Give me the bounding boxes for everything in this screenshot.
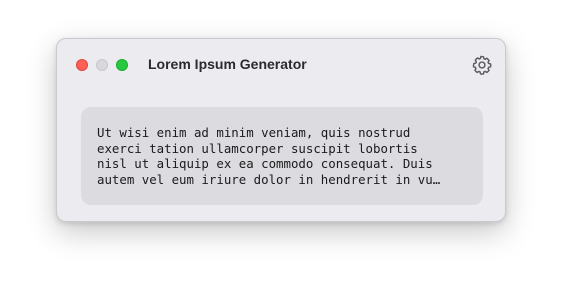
settings-button[interactable]	[471, 54, 493, 76]
lorem-line-3: nisl ut aliquip ex ea commodo consequat.…	[97, 156, 433, 171]
zoom-button[interactable]	[116, 59, 128, 71]
lorem-line-2: exerci tation ullamcorper suscipit lobor…	[97, 140, 418, 156]
minimize-button[interactable]	[96, 59, 108, 71]
title-bar[interactable]: Lorem Ipsum Generator	[57, 39, 505, 91]
lorem-line-1: Ut wisi enim ad minim veniam, quis nostr…	[97, 125, 411, 140]
window-title: Lorem Ipsum Generator	[148, 56, 307, 72]
close-button[interactable]	[76, 59, 88, 71]
gear-icon	[472, 55, 492, 75]
app-window: Lorem Ipsum Generator Ut wisi enim ad mi…	[56, 38, 506, 222]
lorem-text-box[interactable]: Ut wisi enim ad minim veniam, quis nostr…	[81, 107, 483, 205]
lorem-line-4: autem vel eum iriure dolor in hendrerit …	[97, 171, 441, 187]
